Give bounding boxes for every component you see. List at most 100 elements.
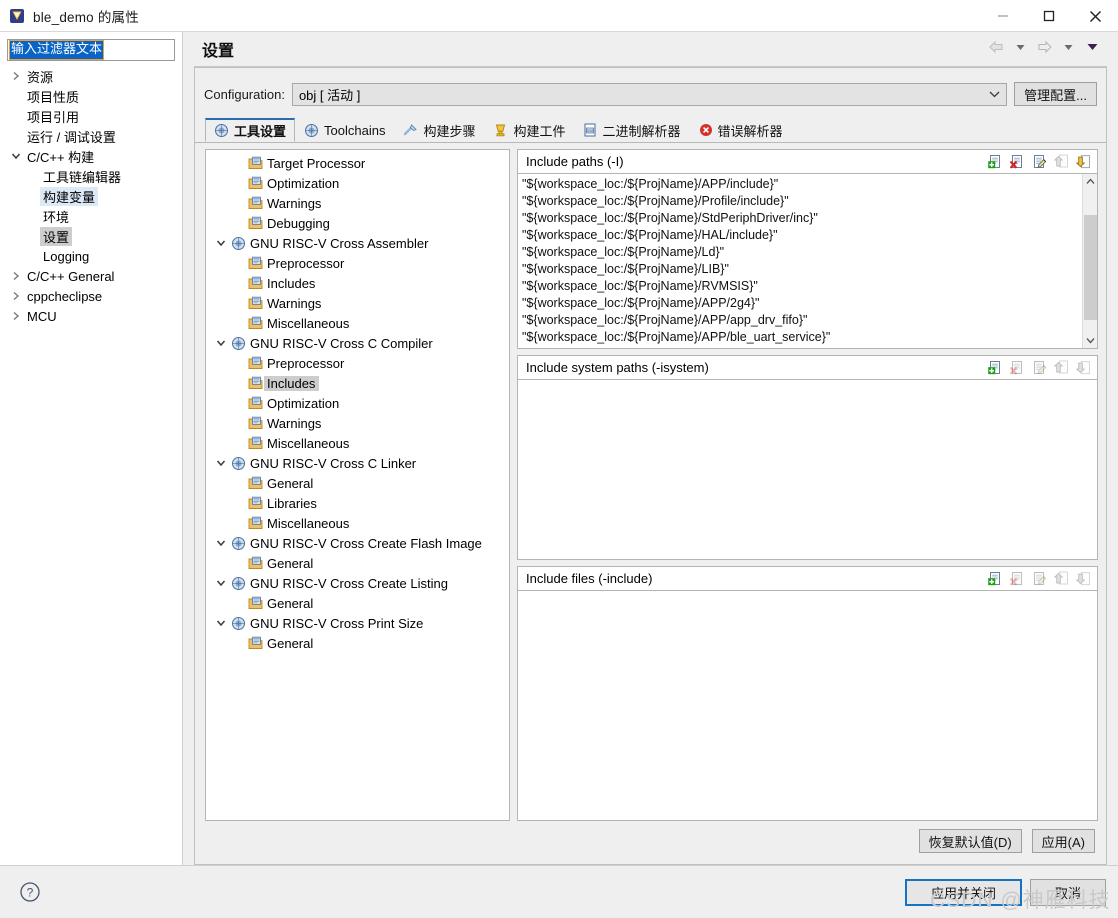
- option-list[interactable]: "${workspace_loc:/${ProjName}/APP/includ…: [517, 173, 1098, 349]
- folder-page-icon: [246, 356, 264, 370]
- tool-tree-item-14[interactable]: Miscellaneous: [206, 433, 509, 453]
- tool-tree-item-3[interactable]: Debugging: [206, 213, 509, 233]
- sidebar-item-6[interactable]: 构建变量: [0, 186, 182, 206]
- list-item[interactable]: "${workspace_loc:/${ProjName}/Ld}": [522, 244, 1082, 261]
- list-item[interactable]: "${workspace_loc:/${ProjName}/APP/includ…: [522, 176, 1082, 193]
- chevron-down-icon[interactable]: [212, 239, 229, 247]
- chevron-right-icon[interactable]: [8, 71, 24, 81]
- tool-tree-item-19[interactable]: GNU RISC-V Cross Create Flash Image: [206, 533, 509, 553]
- configuration-select[interactable]: obj [ 活动 ]: [291, 82, 1008, 106]
- maximize-button[interactable]: [1026, 0, 1072, 32]
- chevron-down-icon[interactable]: [212, 619, 229, 627]
- scroll-track[interactable]: [1083, 189, 1098, 333]
- tool-tree-item-9[interactable]: GNU RISC-V Cross C Compiler: [206, 333, 509, 353]
- chevron-down-icon[interactable]: [212, 579, 229, 587]
- list-item[interactable]: "${workspace_loc:/${ProjName}/APP/app_dr…: [522, 312, 1082, 329]
- sidebar-item-8[interactable]: 设置: [0, 226, 182, 246]
- sidebar-item-11[interactable]: cppcheclipse: [0, 286, 182, 306]
- scroll-thumb[interactable]: [1083, 215, 1097, 320]
- forward-menu-chevron-down-icon[interactable]: [1057, 36, 1079, 58]
- sidebar-item-12[interactable]: MCU: [0, 306, 182, 326]
- chevron-right-icon[interactable]: [8, 291, 24, 301]
- tool-tree-item-21[interactable]: GNU RISC-V Cross Create Listing: [206, 573, 509, 593]
- help-icon[interactable]: ?: [19, 881, 41, 903]
- sidebar-item-1[interactable]: 项目性质: [0, 86, 182, 106]
- add-icon[interactable]: [986, 152, 1005, 171]
- tool-tree-item-5[interactable]: Preprocessor: [206, 253, 509, 273]
- sidebar-item-10[interactable]: C/C++ General: [0, 266, 182, 286]
- tool-tree-item-10[interactable]: Preprocessor: [206, 353, 509, 373]
- edit-icon[interactable]: [1030, 152, 1049, 171]
- sidebar-item-9[interactable]: Logging: [0, 246, 182, 266]
- tool-tree-item-23[interactable]: GNU RISC-V Cross Print Size: [206, 613, 509, 633]
- minimize-button[interactable]: [980, 0, 1026, 32]
- option-list[interactable]: [517, 379, 1098, 560]
- cancel-button[interactable]: 取消: [1029, 878, 1106, 906]
- close-button[interactable]: [1072, 0, 1118, 32]
- tool-tree-item-24[interactable]: General: [206, 633, 509, 653]
- tool-tree-item-11[interactable]: Includes: [206, 373, 509, 393]
- chevron-right-icon[interactable]: [8, 271, 24, 281]
- tab-1[interactable]: Toolchains: [295, 118, 394, 142]
- sidebar-item-3[interactable]: 运行 / 调试设置: [0, 126, 182, 146]
- tab-5[interactable]: 错误解析器: [690, 118, 792, 142]
- delete-icon[interactable]: [1008, 152, 1027, 171]
- tool-tree-item-16[interactable]: General: [206, 473, 509, 493]
- option-group-header: Include system paths (-isystem): [517, 355, 1098, 379]
- tool-tree-item-0[interactable]: Target Processor: [206, 153, 509, 173]
- view-menu-triangle-icon[interactable]: [1081, 36, 1103, 58]
- chevron-down-icon[interactable]: [8, 152, 24, 160]
- list-item[interactable]: "${workspace_loc:/${ProjName}/Profile/in…: [522, 193, 1082, 210]
- tool-tree-item-22[interactable]: General: [206, 593, 509, 613]
- move-down-icon[interactable]: [1074, 152, 1093, 171]
- chevron-down-icon[interactable]: [212, 459, 229, 467]
- tool-tree-item-15[interactable]: GNU RISC-V Cross C Linker: [206, 453, 509, 473]
- list-item[interactable]: "${workspace_loc:/${ProjName}/HAL/includ…: [522, 227, 1082, 244]
- svg-text:?: ?: [27, 886, 34, 900]
- sidebar-item-7[interactable]: 环境: [0, 206, 182, 226]
- chevron-right-icon[interactable]: [8, 311, 24, 321]
- filter-input[interactable]: 输入过滤器文本: [7, 39, 175, 61]
- add-icon[interactable]: [986, 569, 1005, 588]
- restore-defaults-button[interactable]: 恢复默认值(D): [918, 829, 1022, 853]
- tab-2[interactable]: 构建步骤: [394, 118, 484, 142]
- option-list[interactable]: [517, 590, 1098, 821]
- apply-and-close-button[interactable]: 应用并关闭: [904, 878, 1022, 906]
- apply-button[interactable]: 应用(A): [1031, 829, 1095, 853]
- option-list-items: [518, 380, 1097, 559]
- add-icon[interactable]: [986, 358, 1005, 377]
- tool-tree-item-4[interactable]: GNU RISC-V Cross Assembler: [206, 233, 509, 253]
- list-item[interactable]: "${workspace_loc:/${ProjName}/APP/2g4}": [522, 295, 1082, 312]
- tool-tree-item-17[interactable]: Libraries: [206, 493, 509, 513]
- tab-3[interactable]: 构建工件: [484, 118, 574, 142]
- forward-arrow-icon[interactable]: [1033, 36, 1055, 58]
- back-arrow-icon[interactable]: [985, 36, 1007, 58]
- chevron-down-icon[interactable]: [212, 339, 229, 347]
- sidebar-item-0[interactable]: 资源: [0, 66, 182, 86]
- tool-tree-item-13[interactable]: Warnings: [206, 413, 509, 433]
- tool-tree-item-12[interactable]: Optimization: [206, 393, 509, 413]
- tool-tree-item-20[interactable]: General: [206, 553, 509, 573]
- tool-tree-item-7[interactable]: Warnings: [206, 293, 509, 313]
- page-header: 设置: [194, 32, 1107, 66]
- tool-tree-item-8[interactable]: Miscellaneous: [206, 313, 509, 333]
- list-item[interactable]: "${workspace_loc:/${ProjName}/RVMSIS}": [522, 278, 1082, 295]
- tab-0[interactable]: 工具设置: [205, 118, 296, 142]
- chevron-down-icon[interactable]: [212, 539, 229, 547]
- tool-tree-item-18[interactable]: Miscellaneous: [206, 513, 509, 533]
- sidebar-item-4[interactable]: C/C++ 构建: [0, 146, 182, 166]
- list-item[interactable]: "${workspace_loc:/${ProjName}/APP/ble_ua…: [522, 329, 1082, 346]
- vertical-scrollbar[interactable]: [1082, 174, 1097, 348]
- tab-4[interactable]: 010 二进制解析器: [574, 118, 689, 142]
- sidebar-item-2[interactable]: 项目引用: [0, 106, 182, 126]
- tool-tree-item-6[interactable]: Includes: [206, 273, 509, 293]
- list-item[interactable]: "${workspace_loc:/${ProjName}/LIB}": [522, 261, 1082, 278]
- list-item[interactable]: "${workspace_loc:/${ProjName}/StdPeriphD…: [522, 210, 1082, 227]
- scroll-down-icon[interactable]: [1086, 333, 1095, 348]
- tool-tree-item-2[interactable]: Warnings: [206, 193, 509, 213]
- back-menu-chevron-down-icon[interactable]: [1009, 36, 1031, 58]
- manage-configurations-button[interactable]: 管理配置...: [1014, 82, 1097, 106]
- sidebar-item-5[interactable]: 工具链编辑器: [0, 166, 182, 186]
- tool-tree-item-1[interactable]: Optimization: [206, 173, 509, 193]
- scroll-up-icon[interactable]: [1086, 174, 1095, 189]
